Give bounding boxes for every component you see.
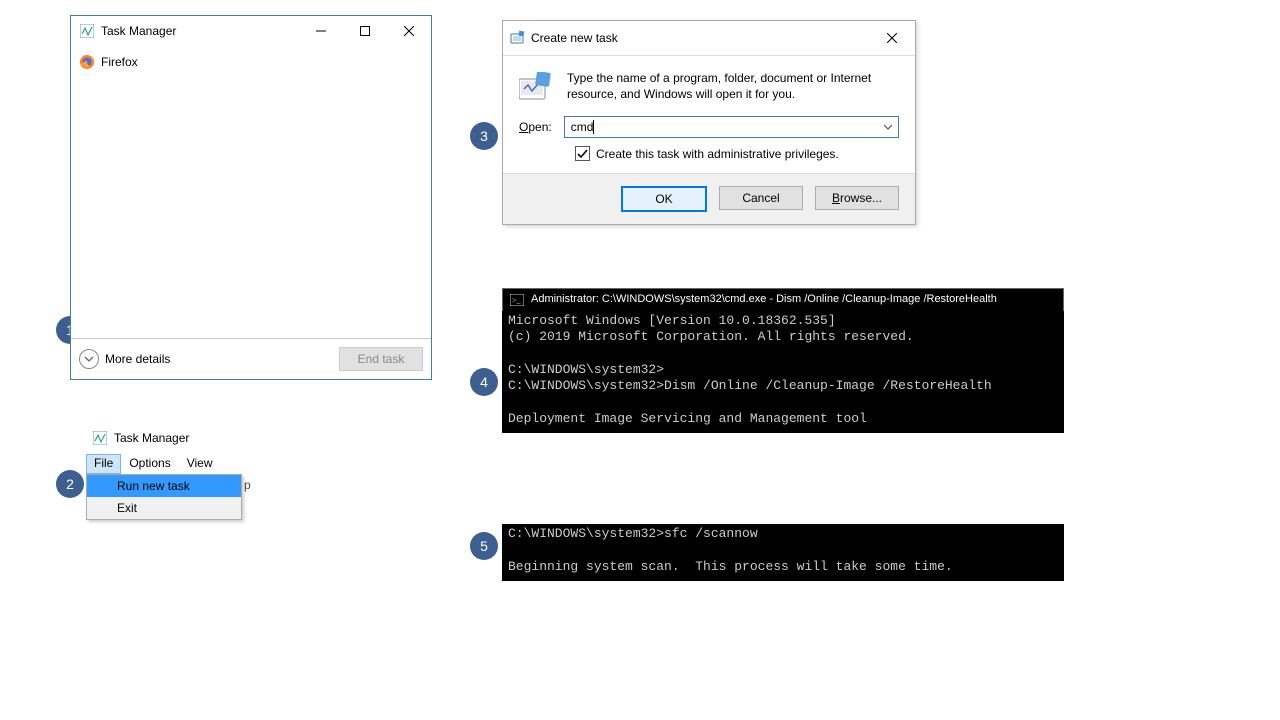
task-manager-title: Task Manager — [101, 24, 176, 38]
cmd-title: Administrator: C:\WINDOWS\system32\cmd.e… — [531, 293, 997, 307]
menu-options[interactable]: Options — [121, 454, 178, 474]
chevron-down-icon[interactable] — [882, 120, 894, 134]
dialog-instruction: Type the name of a program, folder, docu… — [567, 70, 899, 104]
cmd-titlebar[interactable]: >_ Administrator: C:\WINDOWS\system32\cm… — [502, 288, 1064, 311]
cmd-icon: >_ — [509, 292, 525, 308]
task-manager-footer: More details End task — [71, 338, 431, 379]
menubar: File Options View — [86, 454, 266, 474]
svg-text:>_: >_ — [512, 296, 522, 305]
task-manager-window: Task Manager Firefox More details End ta… — [70, 15, 432, 380]
task-manager-title: Task Manager — [114, 431, 189, 445]
menu-run-new-task[interactable]: Run new task — [87, 475, 241, 497]
browse-button[interactable]: Browse... — [815, 186, 899, 210]
task-manager-menubar-fragment: Task Manager File Options View Run new t… — [86, 426, 266, 474]
background-text-peek: p — [244, 478, 251, 492]
ok-button[interactable]: OK — [621, 186, 707, 212]
more-details-label: More details — [105, 352, 170, 366]
open-combobox[interactable]: cmd — [564, 116, 899, 138]
open-value: cmd — [571, 120, 594, 134]
end-task-label: End task — [358, 352, 405, 366]
close-button[interactable] — [387, 16, 431, 46]
dialog-button-row: OK Cancel Browse... — [503, 173, 915, 224]
cmd-window-sfc[interactable]: C:\WINDOWS\system32>sfc /scannow Beginni… — [502, 524, 1064, 581]
step-badge-2: 2 — [56, 470, 84, 498]
end-task-button[interactable]: End task — [339, 347, 423, 371]
create-new-task-dialog: Create new task Type the name of a progr… — [502, 20, 916, 225]
open-label: Open: — [519, 120, 552, 134]
cancel-button[interactable]: Cancel — [719, 186, 803, 210]
step-badge-5: 5 — [470, 532, 498, 560]
run-instruction-icon — [519, 70, 553, 104]
maximize-button[interactable] — [343, 16, 387, 46]
menu-exit[interactable]: Exit — [87, 497, 241, 519]
chevron-down-icon — [79, 349, 99, 369]
admin-checkbox[interactable] — [575, 146, 590, 161]
cmd-output[interactable]: C:\WINDOWS\system32>sfc /scannow Beginni… — [502, 524, 1064, 581]
minimize-button[interactable] — [299, 16, 343, 46]
task-manager-icon — [79, 23, 95, 39]
task-manager-icon — [92, 430, 108, 446]
process-row[interactable]: Firefox — [77, 50, 425, 74]
cmd-window-dism[interactable]: >_ Administrator: C:\WINDOWS\system32\cm… — [502, 288, 1064, 433]
step-badge-4: 4 — [470, 368, 498, 396]
close-button[interactable] — [875, 23, 909, 53]
menu-file[interactable]: File — [86, 454, 121, 474]
run-dialog-icon — [509, 30, 525, 46]
task-manager-process-list[interactable]: Firefox — [71, 46, 431, 338]
more-details-toggle[interactable]: More details — [79, 349, 170, 369]
dialog-titlebar[interactable]: Create new task — [503, 21, 915, 56]
text-caret-icon — [593, 120, 594, 134]
step-badge-3: 3 — [470, 122, 498, 150]
menu-view[interactable]: View — [179, 454, 221, 474]
dialog-title: Create new task — [531, 31, 618, 45]
cmd-output[interactable]: Microsoft Windows [Version 10.0.18362.53… — [502, 311, 1064, 433]
file-menu-dropdown: Run new task Exit — [86, 474, 242, 520]
firefox-icon — [79, 54, 95, 70]
process-name: Firefox — [101, 55, 138, 69]
task-manager-titlebar[interactable]: Task Manager — [71, 16, 431, 46]
admin-checkbox-label[interactable]: Create this task with administrative pri… — [596, 147, 839, 161]
